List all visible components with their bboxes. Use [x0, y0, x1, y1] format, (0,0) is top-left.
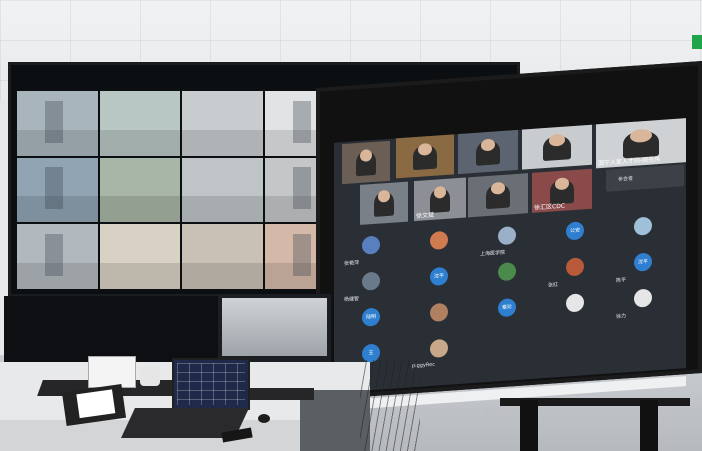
- participant-avatar: [430, 302, 448, 323]
- cables: [360, 360, 420, 451]
- participant-tile[interactable]: 杨健智: [340, 270, 404, 306]
- participant-avatar: 沈平: [430, 266, 448, 287]
- participant-avatar: [634, 216, 652, 236]
- second-keyboard: [250, 388, 314, 400]
- participant-video-tile[interactable]: [360, 181, 408, 225]
- participant-tile[interactable]: 张红: [544, 256, 608, 292]
- camera-feed: [17, 91, 98, 156]
- participant-avatar: [430, 230, 448, 251]
- camera-feed: [99, 157, 181, 223]
- participant-tile[interactable]: [408, 229, 472, 265]
- side-panel-label: 参会者: [618, 175, 634, 183]
- participant-tile[interactable]: 徐力: [612, 287, 676, 323]
- camera-feed: [182, 224, 263, 289]
- camera-feed: [17, 157, 98, 223]
- participant-avatar: 公安: [566, 221, 584, 241]
- participant-avatar: [430, 338, 448, 359]
- participant-tile[interactable]: 公安: [544, 220, 608, 256]
- participant-label: 徐力: [616, 313, 627, 321]
- participant-video-tile[interactable]: [522, 124, 592, 170]
- camera-feed: [182, 157, 263, 223]
- center-monitor: [218, 294, 331, 362]
- participant-label: 张艳萍: [344, 259, 360, 268]
- participant-tile[interactable]: [476, 260, 540, 296]
- laptop-screen: [172, 358, 250, 410]
- participant-tile[interactable]: 章珍: [476, 296, 540, 332]
- participant-video-tile[interactable]: 徐汇区CDC: [532, 168, 592, 213]
- participant-name: 徐汇区CDC: [534, 202, 565, 212]
- participant-avatar: [498, 262, 516, 282]
- participant-tile[interactable]: [408, 301, 472, 337]
- participant-tile[interactable]: 沈平 陈平: [612, 251, 676, 287]
- participant-avatar: [362, 235, 380, 255]
- participant-avatar: [566, 257, 584, 277]
- photo-frame: [88, 356, 136, 388]
- meeting-display: 国宁人家人才的-闵先伟徐文斌 徐汇区CDC 参会者 张艳萍 上海医学院 公安杨健智 沈平…: [316, 61, 702, 416]
- participant-avatar: [362, 271, 380, 291]
- participant-label: 上海医学院: [480, 249, 506, 258]
- mouse: [258, 414, 270, 423]
- participant-tile[interactable]: 上海医学院: [476, 224, 540, 260]
- participant-name: 徐文斌: [416, 211, 435, 221]
- video-conference-screen: 国宁人家人才的-闵先伟徐文斌 徐汇区CDC 参会者 张艳萍 上海医学院 公安杨健智 沈平…: [334, 118, 686, 416]
- participant-name: 国宁人家人才的-闵先伟: [598, 155, 661, 168]
- participant-grid: 张艳萍 上海医学院 公安 杨健智 沈平 张红 沈平 陈平 陆明 章珍 徐力王 piggyRec: [334, 210, 686, 385]
- participant-avatar: [566, 293, 584, 313]
- participant-label: 陈平: [616, 277, 627, 285]
- camera-feed: [182, 91, 263, 156]
- exit-sign: [692, 35, 702, 49]
- participant-tile[interactable]: 沈平: [408, 265, 472, 301]
- participant-video-tile[interactable]: 徐文斌: [414, 177, 466, 222]
- participant-video-tile[interactable]: [342, 140, 390, 185]
- display-stand-leg-right: [640, 400, 658, 451]
- participant-avatar: 陆明: [362, 307, 380, 327]
- display-stand-leg: [520, 400, 538, 451]
- camera-feed: [99, 224, 181, 289]
- conference-speaker: [140, 366, 160, 386]
- participant-tile[interactable]: [612, 215, 676, 251]
- participant-avatar: [498, 226, 516, 246]
- participant-video-tile[interactable]: [468, 173, 528, 218]
- participant-video-tile[interactable]: [458, 129, 518, 175]
- participant-avatar: 章珍: [498, 298, 516, 318]
- participant-tile[interactable]: 张艳萍: [340, 234, 404, 270]
- participant-label: 杨健智: [344, 295, 360, 304]
- participant-tile[interactable]: 陆明: [340, 306, 404, 342]
- camera-feed: [17, 224, 98, 289]
- participant-video-tile[interactable]: 国宁人家人才的-闵先伟: [596, 118, 686, 169]
- participant-video-tile[interactable]: [396, 134, 454, 179]
- participant-tile[interactable]: [544, 292, 608, 328]
- camera-feed: [99, 91, 181, 156]
- participant-label: 张红: [548, 282, 559, 289]
- participant-avatar: [634, 288, 652, 308]
- participant-avatar: 沈平: [634, 252, 652, 272]
- left-monitor: [4, 296, 220, 364]
